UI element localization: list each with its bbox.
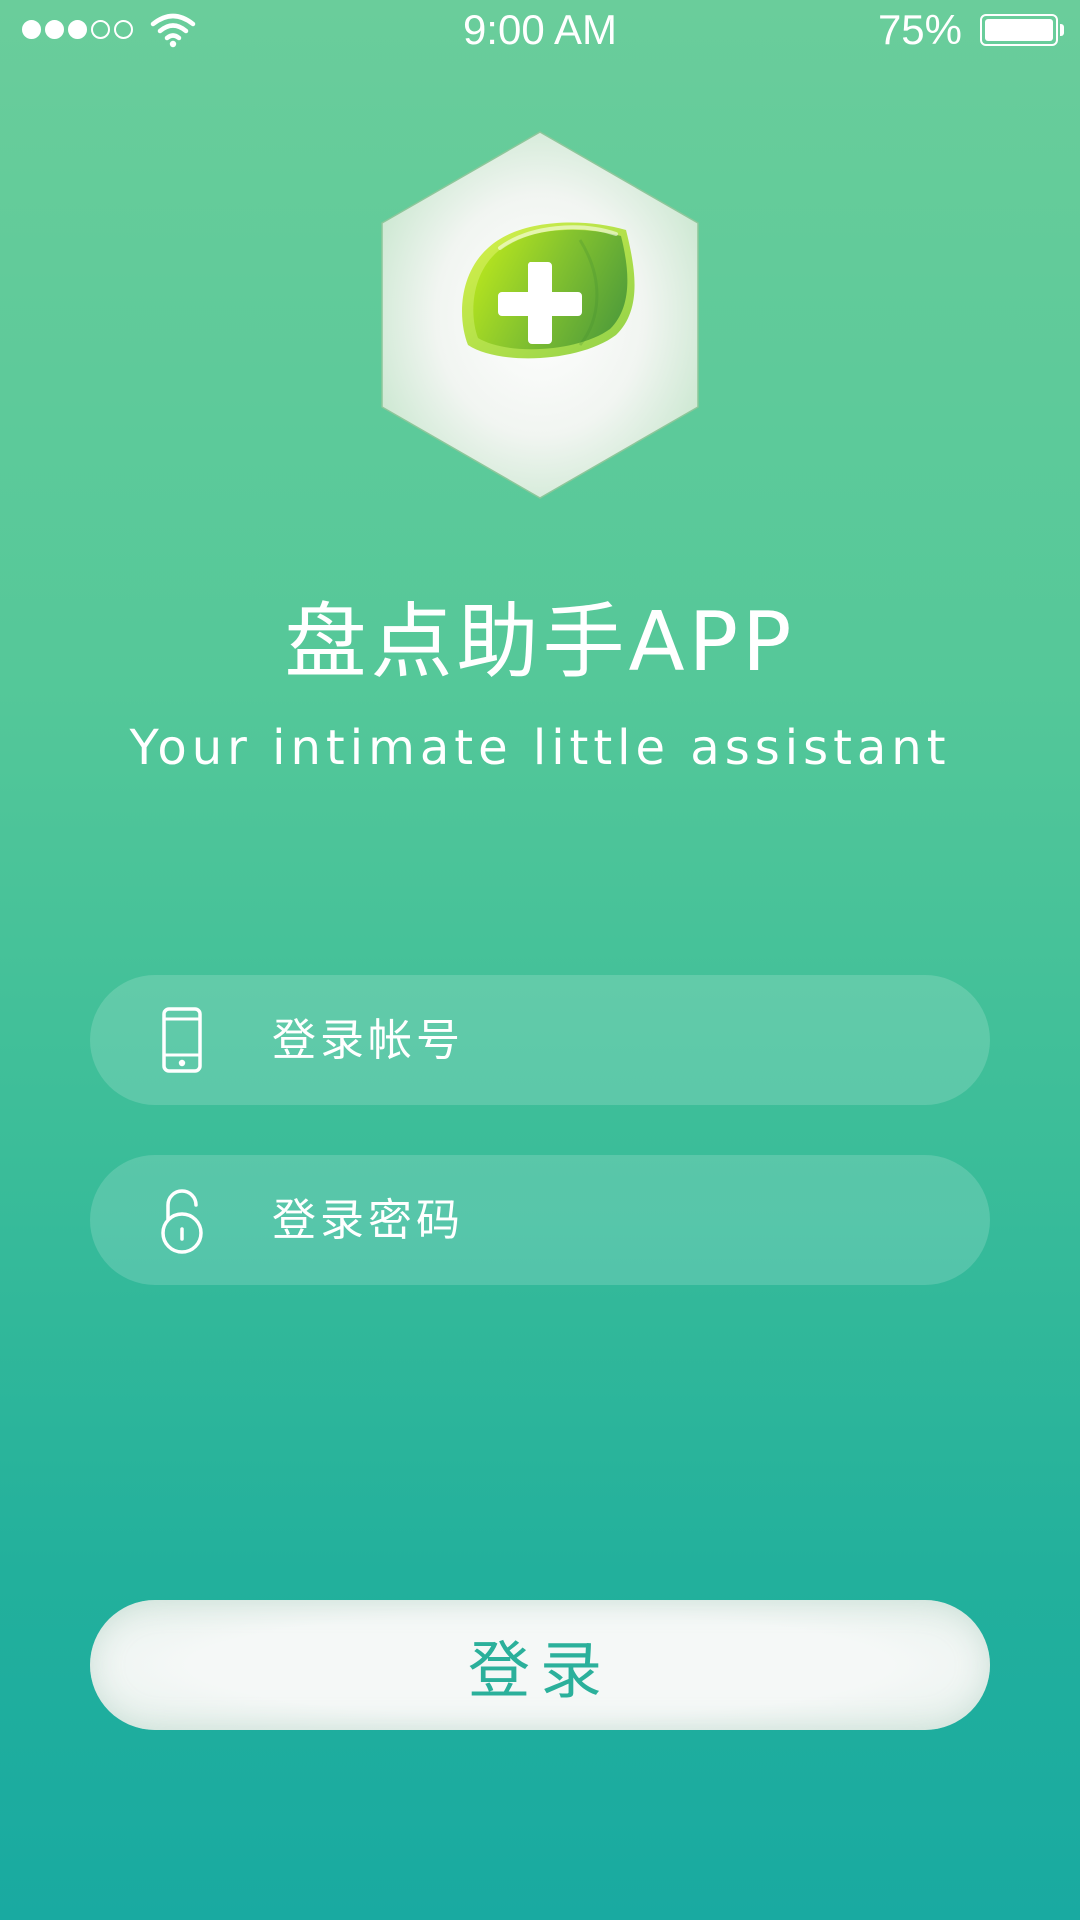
password-input[interactable] <box>272 1155 952 1285</box>
account-field[interactable] <box>90 975 990 1105</box>
battery-icon <box>980 14 1064 46</box>
password-field[interactable] <box>90 1155 990 1285</box>
app-subtitle: Your intimate little assistant <box>129 720 951 776</box>
battery-fill <box>985 19 1053 41</box>
app-logo <box>381 131 699 499</box>
login-screen: 9:00 AM 75% 盘点助手APP Your intimate little… <box>0 0 1080 1920</box>
login-button[interactable]: 登录 <box>90 1600 990 1730</box>
status-bar: 9:00 AM 75% <box>0 0 1080 60</box>
battery-percentage: 75% <box>877 6 962 53</box>
unlock-icon <box>161 1189 203 1254</box>
phone-icon <box>162 1007 202 1073</box>
account-input[interactable] <box>272 975 952 1105</box>
app-title: 盘点助手APP <box>284 595 796 690</box>
